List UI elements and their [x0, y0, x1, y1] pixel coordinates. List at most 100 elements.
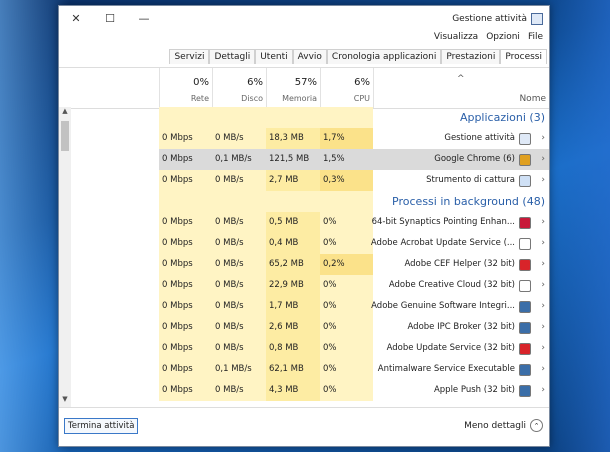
process-row[interactable]: 0 Mbps 0 MB/s 2,6 MB 0% Adobe IPC Broker (32… [71, 317, 549, 338]
process-name-text: Adobe Update Service (32 bit) [386, 343, 515, 353]
process-row[interactable]: 0 Mbps 0 MB/s 0,8 MB 0% Adobe Update Service… [71, 338, 549, 359]
footer: Termina attività Meno dettagli ⌃ [59, 407, 549, 446]
network-pct: 0% [193, 77, 209, 88]
process-name: Apple Push (32 bit) [434, 380, 531, 401]
menu-visualizza[interactable]: Visualizza [434, 32, 478, 42]
col-memory[interactable]: 57% Memoria [266, 68, 321, 108]
scroll-up-icon[interactable]: ▲ [59, 107, 71, 119]
expand-chevron-icon[interactable]: › [541, 338, 545, 359]
process-name: 64-bit Synaptics Pointing Enhan... [372, 212, 531, 233]
name-label: Nome [519, 94, 546, 104]
expand-chevron-icon[interactable]: › [541, 149, 545, 170]
col-cpu[interactable]: 6% CPU [320, 68, 374, 108]
process-row[interactable]: 0 Mbps 0 MB/s 0,5 MB 0% 64-bit Synaptics Poi… [71, 212, 549, 233]
menu-file[interactable]: File [528, 32, 543, 42]
process-row[interactable]: 0 Mbps 0 MB/s 2,7 MB 0,3% Strumento di cattu… [71, 170, 549, 191]
process-row[interactable]: 0 Mbps 0,1 MB/s 62,1 MB 0% Antimalware Servi… [71, 359, 549, 380]
task-manager-window: ✕ ☐ — Gestione attività Visualizza Opzio… [58, 5, 550, 447]
cpu-cell: 0% [320, 296, 373, 317]
expand-chevron-icon[interactable]: › [541, 212, 545, 233]
name-cell: 64-bit Synaptics Pointing Enhan... › [372, 212, 549, 233]
network-cell: 0 Mbps [159, 170, 212, 191]
group-apps[interactable]: Applicazioni (3) [71, 107, 549, 128]
network-cell: 0 Mbps [159, 275, 212, 296]
network-cell: 0 Mbps [159, 317, 212, 338]
maximize-button[interactable]: ☐ [93, 8, 127, 28]
cpu-cell: 0% [320, 380, 373, 401]
memory-cell: 65,2 MB [266, 254, 320, 275]
tab-cronologia[interactable]: Cronologia applicazioni [326, 49, 442, 64]
network-cell: 0 Mbps [159, 359, 212, 380]
name-cell: Gestione attività › [373, 128, 549, 149]
expand-chevron-icon[interactable]: › [541, 233, 545, 254]
empty-cell [320, 107, 373, 128]
network-cell: 0 Mbps [159, 338, 212, 359]
memory-cell: 0,4 MB [266, 233, 320, 254]
expand-chevron-icon[interactable]: › [541, 170, 545, 191]
group-background-label: Processi in background (48) [392, 195, 545, 208]
scroll-down-icon[interactable]: ▼ [59, 395, 71, 407]
name-cell: Adobe Update Service (32 bit) › [373, 338, 549, 359]
empty-cell [266, 191, 320, 212]
window-title-text: Gestione attività [452, 14, 527, 24]
group-background[interactable]: Processi in background (48) [71, 191, 549, 212]
scroll-thumb[interactable] [61, 121, 69, 151]
empty-cell [159, 191, 212, 212]
vertical-scrollbar[interactable]: ▲ ▼ [59, 107, 71, 407]
less-details-button[interactable]: Meno dettagli ⌃ [464, 419, 543, 432]
end-task-button[interactable]: Termina attività [64, 418, 139, 434]
chrome-icon [519, 153, 531, 166]
expand-chevron-icon[interactable]: › [541, 296, 545, 317]
col-disk[interactable]: 6% Disco [212, 68, 267, 108]
tab-processi[interactable]: Processi [500, 49, 547, 64]
name-cell: Google Chrome (6) › [373, 149, 549, 170]
expand-chevron-icon[interactable]: › [541, 380, 545, 401]
menu-opzioni[interactable]: Opzioni [486, 32, 520, 42]
menu-bar: Visualizza Opzioni File [434, 32, 543, 42]
process-name-text: Adobe Creative Cloud (32 bit) [388, 280, 515, 290]
minimize-button[interactable]: — [127, 8, 161, 28]
disk-cell: 0 MB/s [212, 128, 266, 149]
col-network[interactable]: 0% Rete [159, 68, 213, 108]
tab-avvio[interactable]: Avvio [292, 49, 327, 64]
cpu-cell: 0% [320, 275, 373, 296]
chevron-up-icon: ⌃ [530, 419, 543, 432]
tab-prestazioni[interactable]: Prestazioni [441, 49, 501, 64]
window-title: Gestione attività [452, 13, 543, 25]
cpu-pct: 6% [354, 77, 370, 88]
expand-chevron-icon[interactable]: › [541, 275, 545, 296]
close-button[interactable]: ✕ [59, 8, 93, 28]
process-row[interactable]: 0 Mbps 0 MB/s 0,4 MB 0% Adobe Acrobat Update… [71, 233, 549, 254]
expand-chevron-icon[interactable]: › [541, 359, 545, 380]
synaptics-icon [519, 216, 531, 229]
disk-cell: 0 MB/s [212, 338, 266, 359]
process-row[interactable]: 0 Mbps 0,1 MB/s 121,5 MB 1,5% Google Chrome … [71, 149, 549, 170]
process-row[interactable]: 0 Mbps 0 MB/s 65,2 MB 0,2% Adobe CEF Helper … [71, 254, 549, 275]
process-name: Adobe Creative Cloud (32 bit) [389, 275, 531, 296]
cpu-cell: 0% [320, 317, 373, 338]
cpu-cell: 0% [320, 338, 373, 359]
expand-chevron-icon[interactable]: › [541, 254, 545, 275]
network-cell: 0 Mbps [159, 296, 212, 317]
disk-cell: 0 MB/s [212, 170, 266, 191]
memory-cell: 121,5 MB [266, 149, 320, 170]
process-row[interactable]: 0 Mbps 0 MB/s 4,3 MB 0% Apple Push (32 bit) › [71, 380, 549, 401]
group-apps-label: Applicazioni (3) [459, 111, 545, 124]
column-header: 0% Rete 6% Disco 57% Memoria 6% CPU Nome… [59, 67, 549, 109]
desktop-glow-right [550, 0, 610, 452]
process-name-text: Apple Push (32 bit) [433, 385, 515, 395]
cpu-cell: 1,7% [320, 128, 373, 149]
name-cell: Adobe Genuine Software Integri... › [371, 296, 549, 317]
tab-utenti[interactable]: Utenti [255, 49, 293, 64]
expand-chevron-icon[interactable]: › [541, 317, 545, 338]
process-name: Strumento di cattura [426, 170, 531, 191]
process-row[interactable]: 0 Mbps 0 MB/s 1,7 MB 0% Adobe Genuine Softwa… [71, 296, 549, 317]
name-cell: Adobe Acrobat Update Service (... › [370, 233, 549, 254]
process-name-text: Adobe Acrobat Update Service (... [370, 238, 515, 248]
process-row[interactable]: 0 Mbps 0 MB/s 18,3 MB 1,7% Gestione attività… [71, 128, 549, 149]
tab-dettagli[interactable]: Dettagli [209, 49, 256, 64]
tab-servizi[interactable]: Servizi [169, 49, 210, 64]
expand-chevron-icon[interactable]: › [541, 128, 545, 149]
process-row[interactable]: 0 Mbps 0 MB/s 22,9 MB 0% Adobe Creative Clou… [71, 275, 549, 296]
memory-cell: 62,1 MB [266, 359, 320, 380]
